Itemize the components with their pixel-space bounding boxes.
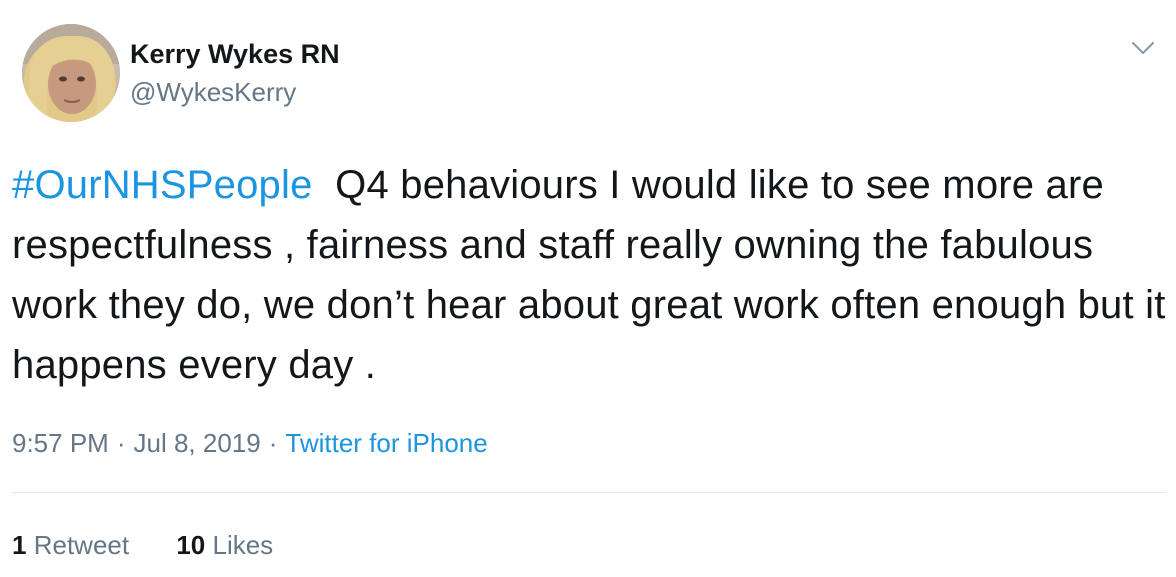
avatar[interactable] [22,24,120,122]
chevron-down-icon[interactable] [1128,36,1158,60]
tweet-date[interactable]: Jul 8, 2019 [134,428,261,458]
meta-separator: · [116,428,126,458]
tweet-card: Kerry Wykes RN @WykesKerry #OurNHSPeople… [0,0,1176,577]
retweets-label: Retweet [33,530,130,560]
likes-count: 10 [176,530,206,560]
tweet-header: Kerry Wykes RN @WykesKerry [22,24,1162,124]
meta-separator: · [268,428,278,458]
tweet-text: #OurNHSPeople Q4 behaviours I would like… [12,155,1172,395]
tweet-meta: 9:57 PM · Jul 8, 2019 · Twitter for iPhone [12,426,488,460]
user-handle[interactable]: @WykesKerry [130,76,340,108]
retweets-count: 1 [12,530,27,560]
avatar-photo [22,24,120,122]
retweets-stat[interactable]: 1 Retweet [12,528,129,562]
user-info: Kerry Wykes RN @WykesKerry [130,38,340,108]
tweet-stats: 1 Retweet 10 Likes [12,528,273,562]
likes-stat[interactable]: 10 Likes [176,528,273,562]
divider [12,492,1166,493]
display-name[interactable]: Kerry Wykes RN [130,38,340,70]
tweet-time[interactable]: 9:57 PM [12,428,109,458]
hashtag-link[interactable]: #OurNHSPeople [12,163,313,207]
tweet-source-link[interactable]: Twitter for iPhone [285,428,487,458]
likes-label: Likes [212,530,274,560]
